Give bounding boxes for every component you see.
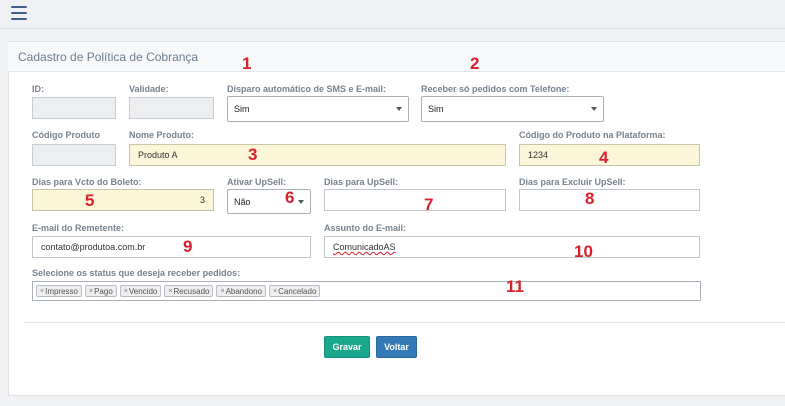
form-divider (24, 322, 785, 323)
status-tag-abandono[interactable]: × Abandono (216, 285, 267, 297)
annotation-7: 7 (424, 195, 434, 214)
receber-telefone-selected-value: Sim (428, 104, 444, 114)
codigo-plataforma-field[interactable]: 1234 (519, 144, 700, 166)
dias-upsell-field[interactable] (324, 189, 506, 211)
chevron-down-icon (298, 199, 304, 204)
remove-tag-icon[interactable]: × (40, 288, 44, 295)
codigo-produto-label: Código Produto (32, 130, 100, 140)
status-tag-recusado[interactable]: × Recusado (164, 285, 214, 297)
remove-tag-icon[interactable]: × (273, 288, 277, 295)
validade-field[interactable] (129, 97, 214, 119)
email-remetente-field[interactable]: contato@produtoa.com.br (32, 236, 311, 258)
annotation-5: 5 (85, 191, 95, 210)
status-pedidos-label: Selecione os status que deseja receber p… (32, 268, 241, 278)
panel-header-divider (8, 71, 785, 72)
hamburger-menu-icon[interactable] (11, 6, 27, 20)
top-bar (0, 0, 785, 29)
remove-tag-icon[interactable]: × (168, 288, 172, 295)
disparo-selected-value: Sim (234, 104, 250, 114)
codigo-plataforma-label: Código do Produto na Plataforma: (519, 130, 666, 140)
remove-tag-icon[interactable]: × (89, 288, 93, 295)
remove-tag-icon[interactable]: × (124, 288, 128, 295)
remove-tag-icon[interactable]: × (220, 288, 224, 295)
status-tag-impresso[interactable]: × Impresso (36, 285, 82, 297)
annotation-10: 10 (574, 242, 593, 261)
save-button[interactable]: Gravar (324, 336, 370, 358)
chevron-down-icon (396, 107, 402, 111)
email-remetente-label: E-mail do Remetente: (32, 223, 125, 233)
assunto-email-field[interactable]: ComunicadoAS (324, 236, 700, 258)
annotation-4: 4 (599, 148, 609, 167)
assunto-email-value: ComunicadoAS (333, 242, 396, 252)
codigo-produto-field[interactable] (32, 144, 116, 166)
ativar-upsell-label: Ativar UpSell: (227, 177, 287, 187)
back-button[interactable]: Voltar (376, 336, 417, 358)
chevron-down-icon (591, 107, 597, 111)
dias-excluir-upsell-label: Dias para Excluir UpSell: (519, 177, 626, 187)
dias-upsell-label: Dias para UpSell: (324, 177, 399, 187)
status-tag-vencido[interactable]: × Vencido (119, 285, 162, 297)
receber-telefone-select[interactable]: Sim (421, 96, 604, 122)
dias-excluir-upsell-field[interactable] (519, 189, 700, 211)
ativar-upsell-selected-value: Não (234, 196, 251, 207)
annotation-11: 11 (506, 277, 524, 296)
dias-vcto-label: Dias para Vcto do Boleto: (32, 177, 142, 187)
nome-produto-field[interactable]: Produto A (129, 144, 506, 166)
id-label: ID: (32, 84, 44, 94)
annotation-1: 1 (242, 54, 252, 73)
annotation-6: 6 (285, 188, 295, 207)
status-tag-cancelado[interactable]: × Cancelado (269, 285, 321, 297)
disparo-select[interactable]: Sim (227, 96, 409, 122)
disparo-label: Disparo automático de SMS e E-mail: (227, 84, 387, 94)
validade-label: Validade: (129, 84, 169, 94)
dias-vcto-field[interactable]: 3 (32, 189, 214, 211)
annotation-3: 3 (248, 145, 258, 164)
annotation-2: 2 (470, 54, 480, 73)
status-tag-pago[interactable]: × Pago (85, 285, 117, 297)
status-multiselect[interactable]: × Impresso × Pago × Vencido × Recusado × Aban… (32, 281, 701, 301)
annotation-9: 9 (183, 237, 193, 256)
ativar-upsell-select[interactable]: Não (227, 189, 311, 214)
receber-telefone-label: Receber só pedidos com Telefone: (421, 84, 570, 94)
id-field[interactable] (32, 97, 116, 119)
page-title: Cadastro de Política de Cobrança (18, 50, 199, 64)
assunto-email-label: Assunto do E-mail: (324, 223, 407, 233)
annotation-8: 8 (585, 189, 595, 208)
nome-produto-label: Nome Produto: (129, 130, 194, 140)
